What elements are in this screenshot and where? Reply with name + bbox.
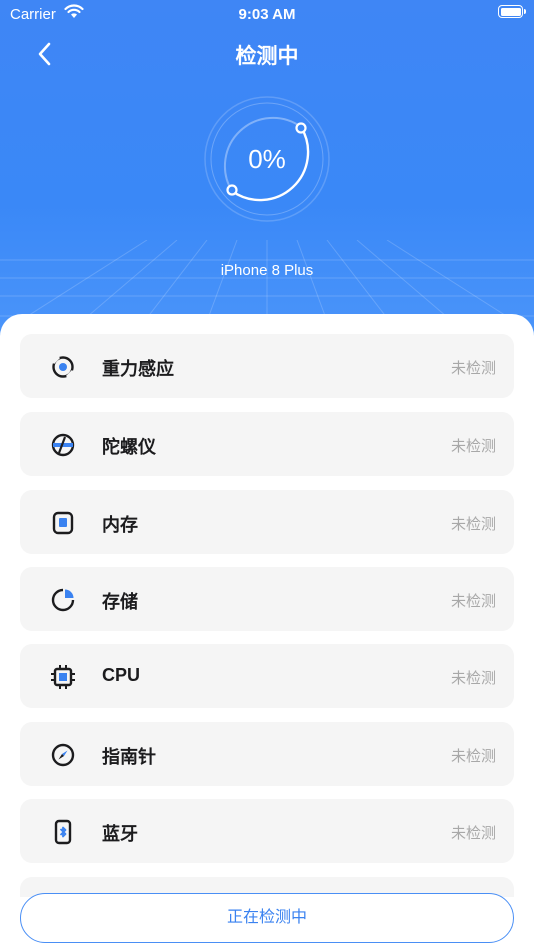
- progress-percent: 0%: [248, 144, 286, 174]
- check-item-bluetooth[interactable]: 蓝牙 未检测: [20, 799, 514, 863]
- check-item-gyroscope[interactable]: 陀螺仪 未检测: [20, 412, 514, 476]
- check-item-name: 内存: [102, 515, 138, 535]
- check-item-state: 未检测: [450, 825, 496, 842]
- check-item-state: 未检测: [450, 516, 496, 533]
- check-item-state: 未检测: [450, 360, 496, 377]
- check-item-name: 蓝牙: [102, 824, 138, 844]
- storage-pie-icon: [51, 588, 75, 612]
- check-item-state: 未检测: [450, 670, 496, 687]
- check-item-name: 指南针: [102, 747, 156, 767]
- check-item-memory[interactable]: 内存 未检测: [20, 490, 514, 554]
- compass-icon: [51, 743, 75, 767]
- gravity-sensor-icon: [51, 355, 75, 379]
- clock: 9:03 AM: [238, 6, 296, 23]
- device-name: iPhone 8 Plus: [220, 262, 314, 279]
- check-item-state: 未检测: [450, 438, 496, 455]
- check-item-name: 重力感应: [102, 359, 174, 379]
- check-item-cpu[interactable]: CPU 未检测: [20, 644, 514, 708]
- check-item-compass[interactable]: 指南针 未检测: [20, 722, 514, 786]
- status-bar: Carrier 9:03 AM: [0, 0, 534, 28]
- check-item-storage[interactable]: 存储 未检测: [20, 567, 514, 631]
- gyroscope-icon: [51, 433, 75, 457]
- check-item-name: 陀螺仪: [102, 437, 156, 457]
- bluetooth-icon: [54, 819, 72, 845]
- header-banner: Carrier 9:03 AM 检测中 0% iPhone 8 Plus: [0, 0, 534, 340]
- check-item-name: 存储: [102, 592, 138, 612]
- check-item-name: CPU: [102, 665, 141, 685]
- check-item-state: 未检测: [450, 748, 496, 765]
- cpu-chip-icon: [51, 665, 75, 689]
- checking-button[interactable]: 正在检测中: [20, 893, 514, 943]
- check-item-state: 未检测: [450, 593, 496, 610]
- battery-icon: [498, 5, 526, 18]
- memory-card-icon: [52, 511, 74, 535]
- page-title: 检测中: [235, 45, 299, 68]
- check-item-gravity[interactable]: 重力感应 未检测: [20, 334, 514, 398]
